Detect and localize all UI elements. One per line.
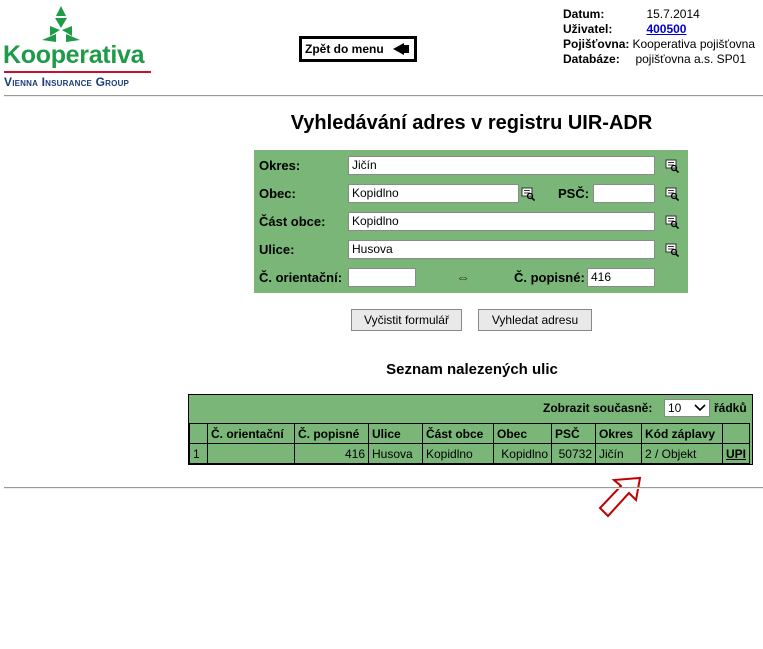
cell-psc: 50732 bbox=[551, 443, 596, 464]
cast-obce-input[interactable]: Kopidlno bbox=[348, 212, 655, 231]
col-header-kod-zaplavy: Kód záplavy bbox=[641, 423, 723, 444]
obec-input[interactable]: Kopidlno bbox=[348, 184, 519, 203]
cell-index: 1 bbox=[189, 443, 208, 464]
results-header-row: Č. orientační Č. popisné Ulice Část obce… bbox=[189, 423, 751, 444]
c-orientacni-label: Č. orientační: bbox=[259, 270, 343, 285]
rows-per-page-select[interactable]: 10 bbox=[664, 399, 710, 417]
okres-label: Okres: bbox=[259, 158, 301, 173]
cast-obce-label: Část obce: bbox=[259, 214, 326, 229]
left-triangle-icon bbox=[392, 43, 409, 55]
okres-input[interactable]: Jičín bbox=[348, 156, 655, 175]
col-header-c-popisne: Č. popisné bbox=[294, 423, 369, 444]
cell-okres: Jičín bbox=[595, 443, 642, 464]
okres-lookup-icon[interactable] bbox=[665, 159, 679, 173]
col-header-cast-obce: Část obce bbox=[422, 423, 494, 444]
back-to-menu-label: Zpět do menu bbox=[305, 42, 384, 56]
results-toolbar: Zobrazit současně: 10 řádků bbox=[189, 395, 752, 423]
results-table: Č. orientační Č. popisné Ulice Část obce… bbox=[189, 423, 751, 464]
psc-label: PSČ: bbox=[558, 186, 590, 201]
col-header-c-orientacni: Č. orientační bbox=[207, 423, 295, 444]
col-header-ulice: Ulice bbox=[368, 423, 423, 444]
rows-per-page-value: 10 bbox=[668, 401, 682, 415]
table-row[interactable]: 1 416 Husova Kopidlno Kopidlno 50732 Jič… bbox=[189, 443, 751, 464]
insurer-value: Kooperativa pojišťovna bbox=[632, 37, 756, 51]
database-value: pojišťovna a.s. SP01 bbox=[635, 52, 747, 66]
ulice-input[interactable]: Husova bbox=[348, 240, 655, 259]
database-label: Databáze: bbox=[563, 52, 620, 66]
ulice-label: Ulice: bbox=[259, 242, 295, 257]
cell-kod-zaplavy: 2 / Objekt bbox=[641, 443, 723, 464]
cell-cast-obce: Kopidlno bbox=[422, 443, 494, 464]
col-header-obec: Obec bbox=[493, 423, 552, 444]
ulice-lookup-icon[interactable] bbox=[665, 243, 679, 257]
chevron-down-icon bbox=[694, 404, 706, 412]
user-label: Uživatel: bbox=[563, 22, 613, 36]
psc-input[interactable] bbox=[593, 184, 655, 203]
logo-group-name: Vienna Insurance Group bbox=[4, 75, 130, 89]
rows-label: řádků bbox=[714, 401, 747, 415]
psc-lookup-icon[interactable] bbox=[665, 187, 679, 201]
search-address-button[interactable]: Vyhledat adresu bbox=[478, 309, 592, 331]
back-to-menu-button[interactable]: Zpět do menu bbox=[299, 36, 417, 62]
cell-obec: Kopidlno bbox=[493, 443, 552, 464]
header-divider bbox=[4, 95, 763, 97]
c-popisne-label: Č. popisné: bbox=[514, 270, 585, 285]
col-header-psc: PSČ bbox=[551, 423, 596, 444]
page-title: Vyhledávání adres v registru UIR-ADR bbox=[290, 112, 653, 134]
upi-link[interactable]: UPI bbox=[726, 447, 746, 461]
annotation-arrow-icon bbox=[598, 476, 642, 518]
obec-lookup-icon[interactable] bbox=[521, 187, 535, 201]
logo-name: Kooperativa bbox=[3, 41, 145, 69]
obec-label: Obec: bbox=[259, 186, 296, 201]
date-value: 15.7.2014 bbox=[646, 7, 700, 21]
cell-c-popisne: 416 bbox=[294, 443, 369, 464]
cast-obce-lookup-icon[interactable] bbox=[665, 215, 679, 229]
col-header-action bbox=[721, 423, 751, 444]
insurer-label: Pojišťovna: bbox=[563, 37, 630, 51]
c-orientacni-input[interactable] bbox=[348, 268, 416, 287]
c-popisne-input[interactable]: 416 bbox=[587, 268, 655, 287]
cell-ulice: Husova bbox=[368, 443, 423, 464]
date-label: Datum: bbox=[563, 7, 605, 21]
session-info: Datum: 15.7.2014 Uživatel: 400500 Pojišť… bbox=[563, 7, 755, 67]
cell-c-orientacni bbox=[207, 443, 295, 464]
results-title: Seznam nalezených ulic bbox=[386, 361, 558, 378]
clear-form-button[interactable]: Vyčistit formulář bbox=[351, 309, 462, 331]
col-header-index bbox=[189, 423, 208, 444]
logo-divider bbox=[4, 71, 151, 73]
footer-divider bbox=[4, 487, 763, 489]
kooperativa-logo-mark bbox=[42, 6, 80, 42]
show-rows-label: Zobrazit současně: bbox=[543, 401, 653, 415]
user-link[interactable]: 400500 bbox=[646, 22, 686, 36]
col-header-okres: Okres bbox=[595, 423, 642, 444]
swap-arrows-icon: ⇔ bbox=[456, 269, 470, 285]
